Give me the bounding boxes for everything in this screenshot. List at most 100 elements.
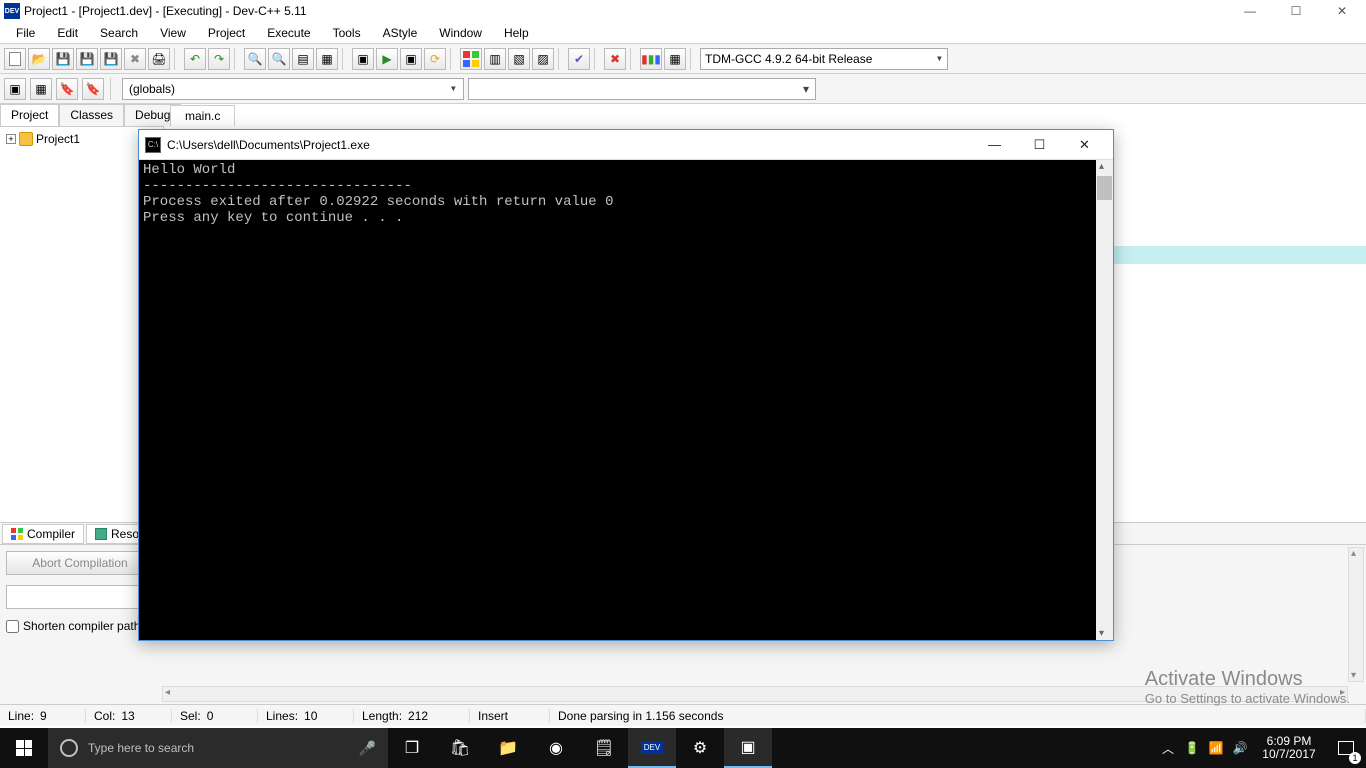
main-toolbar: 📂 💾 💾 💾 ✖ 🖨 ↶ ↷ 🔍 🔍 ▤ ▦ ▣ ▶ ▣ ⟳ ▥ ▧ ▨ ✔ … [0,44,1366,74]
taskbar-search[interactable]: Type here to search 🎤 [48,728,388,768]
profile-button[interactable]: ▧ [508,48,530,70]
menu-astyle[interactable]: AStyle [373,24,428,42]
save-all-button[interactable]: 💾 [76,48,98,70]
bottom-tab-resources-label: Reso [111,527,139,541]
bookmark-button[interactable]: 🔖 [56,78,78,100]
log-scrollbar-horizontal[interactable] [162,686,1348,702]
profiling-results-button[interactable]: ▮▮▮ [640,48,662,70]
menu-edit[interactable]: Edit [47,24,88,42]
tab-classes[interactable]: Classes [59,104,124,126]
compile-run-button[interactable]: ▣ [400,48,422,70]
taskbar-chrome[interactable]: ◉ [532,728,580,768]
save-button[interactable]: 💾 [52,48,74,70]
menu-search[interactable]: Search [90,24,148,42]
new-file-button[interactable] [4,48,26,70]
project-tree-root[interactable]: + Project1 [4,131,159,147]
console-minimize-button[interactable]: — [972,131,1017,159]
taskbar-console[interactable]: ▣ [724,728,772,768]
find-button[interactable]: 🔍 [244,48,266,70]
taskbar-store[interactable]: 🛍 [436,728,484,768]
rebuild-all-button[interactable]: ⟳ [424,48,446,70]
minimize-button[interactable]: — [1236,1,1264,21]
status-insert-mode: Insert [478,709,508,723]
taskbar-settings[interactable]: ⚙ [676,728,724,768]
run-button[interactable]: ▶ [376,48,398,70]
goto-line-button[interactable]: ▦ [316,48,338,70]
scope-select[interactable]: (globals) [122,78,464,100]
compiler-profile-label: TDM-GCC 4.9.2 64-bit Release [705,52,872,66]
close-file-button[interactable]: ✖ [124,48,146,70]
editor-tab-main[interactable]: main.c [170,105,235,126]
shorten-path-checkbox-row[interactable]: Shorten compiler path [6,619,154,633]
undo-button[interactable]: ↶ [184,48,206,70]
task-view-button[interactable]: ❐ [388,728,436,768]
taskbar-clock[interactable]: 6:09 PM 10/7/2017 [1252,735,1326,761]
goto-bookmark-button[interactable]: 🔖 [82,78,104,100]
status-message: Done parsing in 1.156 seconds [558,709,723,723]
shorten-path-checkbox[interactable] [6,620,19,633]
menu-execute[interactable]: Execute [257,24,320,42]
notification-count: 1 [1349,752,1361,764]
log-scrollbar-vertical[interactable] [1348,547,1364,682]
debug-button[interactable] [460,48,482,70]
bottom-tab-compiler[interactable]: Compiler [2,524,84,544]
status-col-value: 13 [121,709,134,723]
tray-battery-icon[interactable]: 🔋 [1180,728,1204,768]
window-title: Project1 - [Project1.dev] - [Executing] … [24,4,1236,18]
start-button[interactable] [0,728,48,768]
member-select[interactable] [468,78,816,100]
menu-file[interactable]: File [6,24,45,42]
project-icon [19,132,33,146]
scope-select-label: (globals) [129,82,175,96]
menu-help[interactable]: Help [494,24,539,42]
console-maximize-button[interactable]: ☐ [1017,131,1062,159]
close-button[interactable]: ✕ [1328,1,1356,21]
taskbar-devcpp[interactable]: DEV [628,728,676,768]
menu-window[interactable]: Window [429,24,492,42]
console-output[interactable]: Hello World ----------------------------… [139,160,1113,640]
compiler-profile-select[interactable]: TDM-GCC 4.9.2 64-bit Release [700,48,948,70]
menu-project[interactable]: Project [198,24,255,42]
replace-button[interactable]: 🔍 [268,48,290,70]
abort-compilation-button[interactable]: Abort Compilation [6,551,154,575]
stop-execution-button[interactable]: ▥ [484,48,506,70]
status-line-label: Line: [8,709,34,723]
compiler-icon [11,528,23,540]
print-button[interactable]: 🖨 [148,48,170,70]
new-project-button[interactable]: ▣ [4,78,26,100]
status-col-label: Col: [94,709,115,723]
taskbar-file-explorer[interactable]: 📁 [484,728,532,768]
menu-tools[interactable]: Tools [323,24,371,42]
menu-bar: File Edit Search View Project Execute To… [0,22,1366,44]
status-line-value: 9 [40,709,47,723]
tray-wifi-icon[interactable]: 📶 [1204,728,1228,768]
menu-view[interactable]: View [150,24,196,42]
console-close-button[interactable]: ✕ [1062,131,1107,159]
insert-button[interactable]: ▦ [30,78,52,100]
tab-project[interactable]: Project [0,104,59,126]
console-icon: C:\ [145,137,161,153]
microphone-icon[interactable]: 🎤 [359,740,376,757]
open-file-button[interactable]: 📂 [28,48,50,70]
syntax-check-button[interactable]: ✔ [568,48,590,70]
find-in-files-button[interactable]: ▤ [292,48,314,70]
console-window[interactable]: C:\ C:\Users\dell\Documents\Project1.exe… [138,129,1114,641]
compiler-command-field[interactable] [6,585,154,609]
tray-expand-icon[interactable]: ︿ [1156,728,1180,768]
shorten-path-label: Shorten compiler path [23,619,140,633]
delete-profile-button[interactable]: ✖ [604,48,626,70]
cortana-icon [60,739,78,757]
taskbar-sticky-notes[interactable]: 🗒 [580,728,628,768]
console-title-bar[interactable]: C:\ C:\Users\dell\Documents\Project1.exe… [139,130,1113,160]
tray-volume-icon[interactable]: 🔊 [1228,728,1252,768]
status-lines-value: 10 [304,709,317,723]
notification-center-button[interactable]: 1 [1326,728,1366,768]
maximize-button[interactable]: ☐ [1282,1,1310,21]
save-as-button[interactable]: 💾 [100,48,122,70]
profiling-options-button[interactable]: ▦ [664,48,686,70]
tree-expand-icon[interactable]: + [6,134,16,144]
redo-button[interactable]: ↷ [208,48,230,70]
profile2-button[interactable]: ▨ [532,48,554,70]
compile-button[interactable]: ▣ [352,48,374,70]
console-scrollbar[interactable] [1096,160,1113,640]
